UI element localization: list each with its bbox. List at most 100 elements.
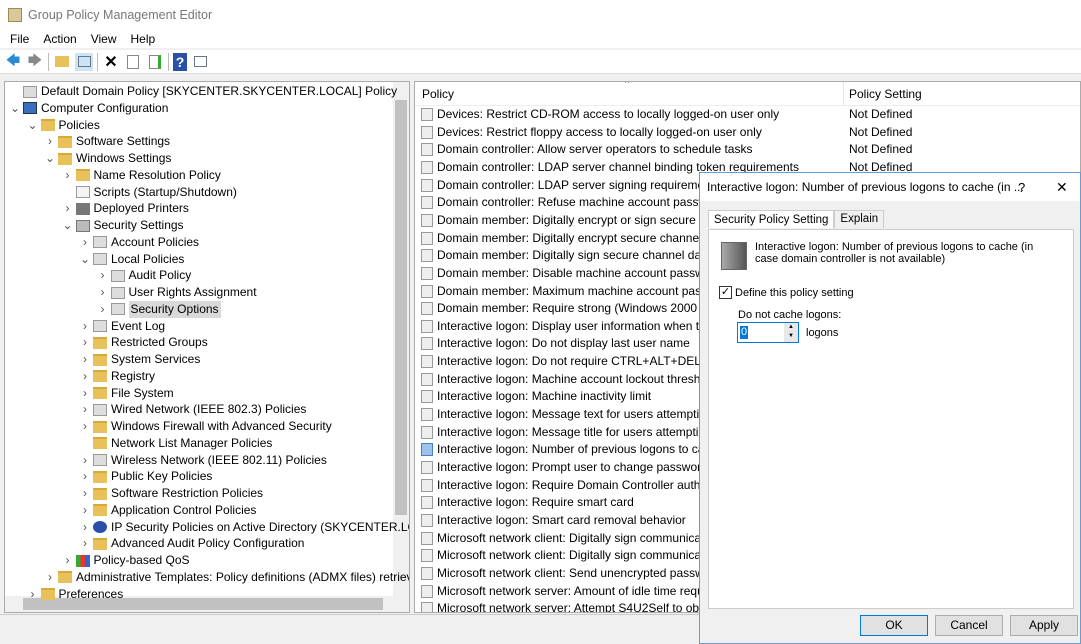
chevron-right-icon[interactable]: › xyxy=(44,569,56,586)
chevron-right-icon[interactable]: › xyxy=(79,502,91,519)
tree-item[interactable]: › Advanced Audit Policy Configuration xyxy=(79,535,304,552)
chevron-down-icon[interactable]: ⌄ xyxy=(79,251,91,268)
chevron-right-icon[interactable]: › xyxy=(79,485,91,502)
tree-item[interactable]: Network List Manager Policies xyxy=(79,435,272,452)
spin-buttons[interactable]: ▲ ▼ xyxy=(784,323,798,342)
chevron-down-icon[interactable]: ⌄ xyxy=(9,100,21,117)
table-row[interactable]: Domain controller: LDAP server signing r… xyxy=(421,177,720,194)
chevron-right-icon[interactable]: › xyxy=(27,586,39,603)
view-icon[interactable] xyxy=(191,53,209,71)
table-row[interactable]: Devices: Restrict floppy access to local… xyxy=(421,124,912,141)
table-row[interactable]: Domain controller: Allow server operator… xyxy=(421,141,912,158)
tree-item-label: IP Security Policies on Active Directory… xyxy=(111,519,409,534)
tree-item[interactable]: › User Rights Assignment xyxy=(97,284,257,301)
chevron-down-icon[interactable]: ⌄ xyxy=(27,117,39,134)
tab-explain[interactable]: Explain xyxy=(834,210,885,228)
tree-item[interactable]: Scripts (Startup/Shutdown) xyxy=(62,184,237,201)
column-header-policy[interactable]: Policy xyxy=(422,87,454,101)
apply-button[interactable]: Apply xyxy=(1010,615,1078,636)
ok-button[interactable]: OK xyxy=(860,615,928,636)
tree-item[interactable]: › Software Settings xyxy=(44,133,170,150)
chevron-down-icon[interactable]: ⌄ xyxy=(62,217,74,234)
tree-item[interactable]: › Event Log xyxy=(79,318,165,335)
table-row[interactable]: Interactive logon: Do not require CTRL+A… xyxy=(421,353,701,370)
tree-item[interactable]: › Application Control Policies xyxy=(79,502,256,519)
tree-item[interactable]: › Security Options xyxy=(97,300,221,318)
logons-stepper[interactable]: 0 ▲ ▼ xyxy=(737,322,799,343)
cancel-button[interactable]: Cancel xyxy=(935,615,1003,636)
chevron-right-icon[interactable]: › xyxy=(79,452,91,469)
table-row[interactable]: Interactive logon: Do not display last u… xyxy=(421,335,690,352)
tab-security-policy-setting[interactable]: Security Policy Setting xyxy=(708,210,835,228)
chevron-right-icon[interactable]: › xyxy=(79,401,91,418)
menu-file[interactable]: File xyxy=(10,32,29,46)
tree-item[interactable]: › Account Policies xyxy=(79,234,199,251)
back-icon[interactable]: 🡄 xyxy=(4,52,22,71)
chevron-right-icon[interactable]: › xyxy=(79,318,91,335)
properties-icon[interactable] xyxy=(124,53,142,71)
tree-item[interactable]: › IP Security Policies on Active Director… xyxy=(79,519,409,536)
tree-item[interactable]: › Software Restriction Policies xyxy=(79,485,263,502)
logons-value-input[interactable]: 0 xyxy=(740,326,749,339)
tree-item[interactable]: › Policy-based QoS xyxy=(62,552,190,569)
help-icon[interactable]: ? xyxy=(173,52,187,71)
tree-item[interactable]: ⌄ Policies xyxy=(27,117,100,134)
chevron-down-icon[interactable]: ⌄ xyxy=(44,150,56,167)
tree-item[interactable]: › Preferences xyxy=(27,586,124,603)
show-hide-tree-icon[interactable] xyxy=(75,52,93,71)
tree-item[interactable]: › Audit Policy xyxy=(97,267,192,284)
menu-action[interactable]: Action xyxy=(43,32,76,46)
help-button[interactable]: ? xyxy=(1018,180,1025,195)
tree-item[interactable]: ⌄ Computer Configuration xyxy=(9,100,168,117)
tree-item[interactable]: › Name Resolution Policy xyxy=(62,167,221,184)
console-tree: Default Domain Policy [SKYCENTER.SKYCENT… xyxy=(4,81,410,613)
tree-item[interactable]: › Wired Network (IEEE 802.3) Policies xyxy=(79,401,306,418)
chevron-right-icon[interactable]: › xyxy=(97,301,109,318)
table-row[interactable]: Interactive logon: Machine inactivity li… xyxy=(421,388,651,405)
table-row[interactable]: Interactive logon: Smart card removal be… xyxy=(421,512,686,529)
chevron-right-icon[interactable]: › xyxy=(79,334,91,351)
tree-item[interactable]: ⌄ Local Policies xyxy=(79,251,184,268)
chevron-right-icon[interactable]: › xyxy=(79,385,91,402)
chevron-right-icon[interactable]: › xyxy=(62,552,74,569)
tree-item[interactable]: › Wireless Network (IEEE 802.11) Policies xyxy=(79,452,327,469)
tree-item[interactable]: Default Domain Policy [SKYCENTER.SKYCENT… xyxy=(9,83,397,100)
chevron-right-icon[interactable]: › xyxy=(79,368,91,385)
chevron-right-icon[interactable]: › xyxy=(62,200,74,217)
tree-item[interactable]: › System Services xyxy=(79,351,200,368)
chevron-right-icon[interactable]: › xyxy=(97,284,109,301)
column-header-setting[interactable]: Policy Setting xyxy=(843,82,922,106)
menu-help[interactable]: Help xyxy=(131,32,156,46)
checkbox-checked-icon[interactable]: ✓ xyxy=(719,286,732,299)
menu-view[interactable]: View xyxy=(91,32,117,46)
policy-icon xyxy=(421,178,433,192)
chevron-right-icon[interactable]: › xyxy=(79,535,91,552)
tree-item[interactable]: › File System xyxy=(79,385,174,402)
tree-item[interactable]: ⌄ Security Settings xyxy=(62,217,183,234)
chevron-right-icon[interactable]: › xyxy=(79,418,91,435)
chevron-right-icon[interactable]: › xyxy=(79,519,91,536)
chevron-right-icon[interactable]: › xyxy=(79,234,91,251)
delete-icon[interactable]: ✕ xyxy=(102,53,120,71)
chevron-right-icon[interactable]: › xyxy=(44,133,56,150)
tree-item-label: Policies xyxy=(58,117,100,132)
close-button[interactable]: ✕ xyxy=(1056,179,1068,196)
tree-item[interactable]: › Administrative Templates: Policy defini… xyxy=(44,569,409,586)
export-icon[interactable] xyxy=(146,53,164,71)
forward-icon[interactable]: 🡆 xyxy=(26,52,44,71)
chevron-right-icon[interactable]: › xyxy=(79,468,91,485)
tree-item[interactable]: ⌄ Windows Settings xyxy=(44,150,171,167)
tree-item[interactable]: › Windows Firewall with Advanced Security xyxy=(79,418,332,435)
up-folder-icon[interactable] xyxy=(53,53,71,71)
table-row[interactable]: Interactive logon: Require smart card xyxy=(421,494,634,511)
tree-item[interactable]: › Registry xyxy=(79,368,155,385)
chevron-right-icon[interactable]: › xyxy=(97,267,109,284)
chevron-right-icon[interactable]: › xyxy=(62,167,74,184)
table-row[interactable]: Interactive logon: Machine account locko… xyxy=(421,371,717,388)
table-row[interactable]: Devices: Restrict CD-ROM access to local… xyxy=(421,106,912,123)
define-policy-checkbox[interactable]: ✓ Define this policy setting xyxy=(719,286,854,299)
tree-item[interactable]: › Restricted Groups xyxy=(79,334,208,351)
chevron-right-icon[interactable]: › xyxy=(79,351,91,368)
tree-item[interactable]: › Public Key Policies xyxy=(79,468,212,485)
tree-item[interactable]: › Deployed Printers xyxy=(62,200,189,217)
